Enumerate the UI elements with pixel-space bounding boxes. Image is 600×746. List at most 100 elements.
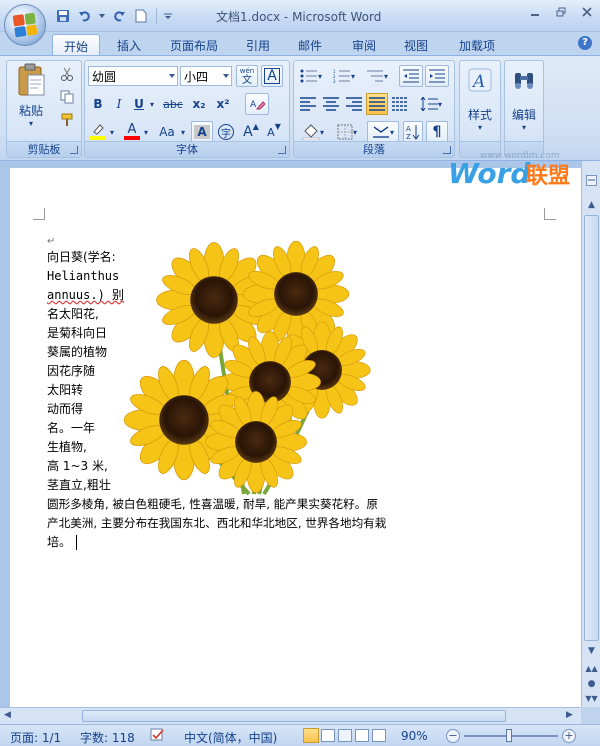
horizontal-scrollbar[interactable]: ◀ ▶	[0, 707, 581, 724]
page-count[interactable]: 页面: 1/1	[10, 729, 61, 746]
paste-button[interactable]: 粘贴 ▾	[11, 63, 51, 133]
font-size-select[interactable]: 小四	[180, 66, 232, 86]
superscript-button[interactable]: x²	[212, 93, 234, 115]
subscript-button[interactable]: x₂	[188, 93, 210, 115]
underline-button[interactable]: U	[130, 93, 148, 115]
vertical-scrollbar[interactable]: ▲ ▼ ▲▲ ● ▼▼	[581, 161, 600, 707]
shading-button[interactable]: ▾	[297, 121, 329, 143]
scroll-left-icon[interactable]: ◀	[4, 710, 11, 720]
browse-object-icon[interactable]: ●	[584, 676, 599, 691]
change-case-dropdown-icon[interactable]: ▾	[179, 121, 187, 143]
sort-button[interactable]: AZ	[403, 121, 423, 143]
tab-add-ins[interactable]: 加载项	[448, 34, 506, 56]
bullets-button[interactable]: ▾	[297, 65, 325, 87]
scroll-right-icon[interactable]: ▶	[566, 710, 573, 720]
font-group: 幼圆 小四 wén 文 A B I U ▾ abc x₂ x² A ▾ A ▾	[84, 60, 290, 158]
underline-dropdown-icon[interactable]: ▾	[148, 93, 156, 115]
align-left-button[interactable]	[297, 93, 319, 115]
text-cursor	[76, 535, 77, 550]
highlight-button[interactable]	[88, 121, 108, 143]
shrink-font-button[interactable]: A ▼	[263, 121, 285, 143]
cut-icon[interactable]	[57, 63, 77, 85]
minimize-icon[interactable]	[528, 5, 542, 19]
strikethrough-button[interactable]: abc	[160, 93, 186, 115]
undo-dropdown-icon[interactable]	[98, 7, 106, 25]
save-icon[interactable]	[54, 7, 72, 25]
scrollbar-thumb[interactable]	[584, 215, 599, 641]
horizontal-scrollbar-thumb[interactable]	[82, 710, 506, 722]
numbering-button[interactable]: 1 2 3 ▾	[330, 65, 358, 87]
decrease-indent-button[interactable]	[399, 65, 423, 87]
change-case-button[interactable]: Aa	[155, 121, 179, 143]
tab-mailings[interactable]: 邮件	[290, 34, 330, 56]
multilevel-list-button[interactable]: ▾	[363, 65, 391, 87]
clipboard-launcher-icon[interactable]	[70, 146, 78, 154]
italic-button[interactable]: I	[109, 93, 129, 115]
next-page-icon[interactable]: ▼▼	[584, 691, 599, 706]
scroll-up-icon[interactable]: ▲	[584, 197, 599, 212]
highlight-dropdown-icon[interactable]: ▾	[108, 121, 116, 143]
align-right-icon	[346, 97, 362, 111]
font-launcher-icon[interactable]	[278, 146, 286, 154]
proofing-icon[interactable]	[150, 728, 166, 745]
zoom-slider-thumb[interactable]	[506, 729, 512, 742]
word-count[interactable]: 字数: 118	[80, 729, 135, 746]
justify-button[interactable]	[366, 93, 388, 115]
help-icon[interactable]: ?	[578, 36, 592, 50]
zoom-out-icon[interactable]: −	[446, 729, 460, 743]
character-shading-button[interactable]: A	[191, 121, 213, 143]
redo-icon[interactable]	[110, 7, 128, 25]
previous-page-icon[interactable]: ▲▲	[584, 661, 599, 676]
zoom-level[interactable]: 90%	[401, 729, 428, 743]
tab-page-layout[interactable]: 页面布局	[162, 34, 226, 56]
chinese-layout-button[interactable]: ▾	[367, 121, 399, 143]
customize-qat-icon[interactable]	[163, 7, 173, 25]
document-page[interactable]: ↵ 向日葵(学名: Helianthus annuus.) 别 名太阳花, 是菊…	[10, 168, 581, 707]
distributed-button[interactable]	[389, 93, 411, 115]
line-spacing-button[interactable]: ▾	[416, 93, 446, 115]
phonetic-guide-button[interactable]: wén 文	[236, 65, 258, 87]
enclose-characters-button[interactable]: 字	[215, 121, 237, 143]
svg-text:A: A	[471, 72, 485, 92]
increase-indent-button[interactable]	[425, 65, 449, 87]
tab-references[interactable]: 引用	[238, 34, 278, 56]
show-marks-button[interactable]: ¶	[426, 121, 448, 143]
undo-icon[interactable]	[76, 7, 94, 25]
ruler-toggle-icon[interactable]	[584, 173, 599, 188]
binoculars-icon	[515, 73, 533, 89]
format-painter-icon[interactable]	[57, 109, 77, 131]
grow-font-button[interactable]: A ▲	[240, 121, 262, 143]
web-layout-icon[interactable]	[338, 729, 352, 742]
restore-icon[interactable]	[554, 5, 568, 19]
scroll-down-icon[interactable]: ▼	[584, 643, 599, 658]
doc-line: 名太阳花,	[47, 307, 99, 321]
styles-button[interactable]: A 样式 ▾	[461, 67, 499, 137]
editing-button[interactable]: 编辑 ▾	[506, 67, 542, 137]
close-icon[interactable]	[580, 5, 594, 19]
print-layout-view-icon[interactable]	[303, 728, 319, 743]
doc-line: Helianthus	[47, 269, 120, 283]
full-screen-reading-icon[interactable]	[321, 729, 335, 742]
language-indicator[interactable]: 中文(简体，中国)	[184, 729, 277, 746]
new-document-icon[interactable]	[132, 7, 150, 25]
sunflower-image[interactable]	[114, 232, 394, 502]
tab-review[interactable]: 审阅	[344, 34, 384, 56]
bold-button[interactable]: B	[88, 93, 108, 115]
font-color-dropdown-icon[interactable]: ▾	[142, 121, 150, 143]
tab-view[interactable]: 视图	[396, 34, 436, 56]
zoom-in-icon[interactable]: +	[562, 729, 576, 743]
borders-button[interactable]: ▾	[332, 121, 362, 143]
align-center-button[interactable]	[320, 93, 342, 115]
font-color-button[interactable]: A	[122, 121, 142, 143]
draft-view-icon[interactable]	[372, 729, 386, 742]
tab-home[interactable]: 开始	[52, 34, 100, 56]
office-button[interactable]	[4, 4, 46, 46]
outline-view-icon[interactable]	[355, 729, 369, 742]
font-name-select[interactable]: 幼圆	[88, 66, 178, 86]
align-right-button[interactable]	[343, 93, 365, 115]
tab-insert[interactable]: 插入	[106, 34, 152, 56]
character-border-button[interactable]: A	[261, 65, 283, 87]
styles-dropdown-icon: ▾	[477, 123, 482, 132]
copy-icon[interactable]	[57, 86, 77, 108]
clear-formatting-button[interactable]: A	[245, 93, 269, 115]
